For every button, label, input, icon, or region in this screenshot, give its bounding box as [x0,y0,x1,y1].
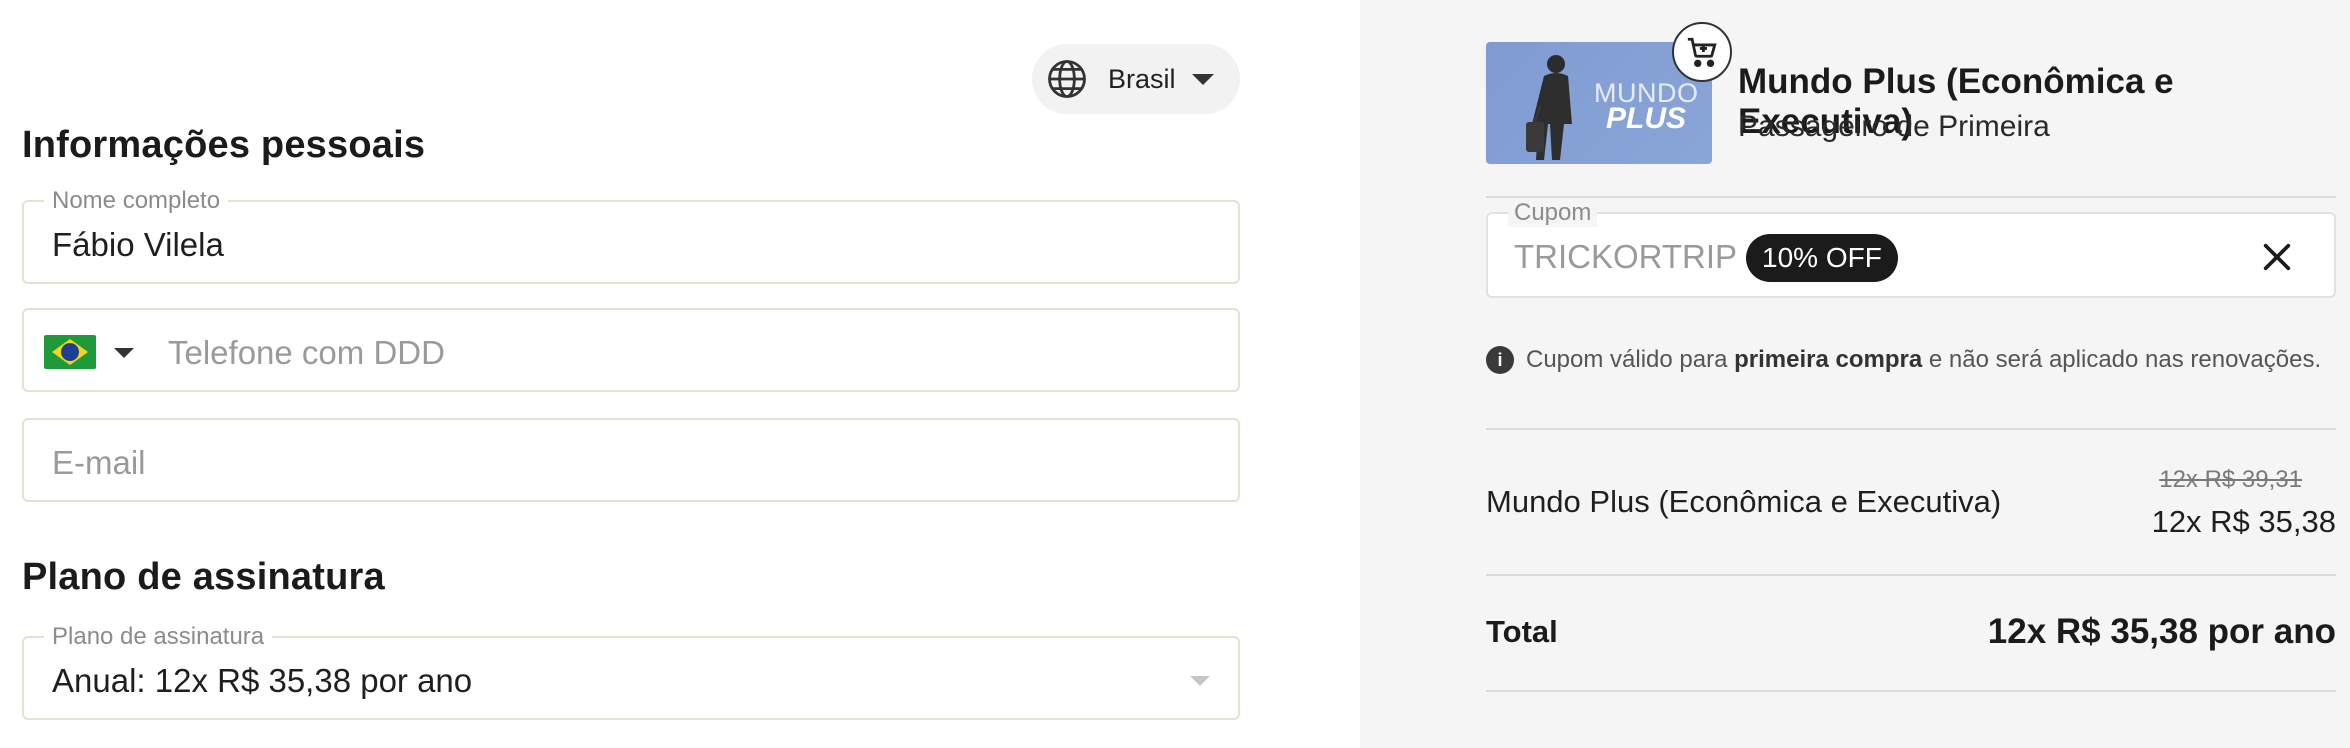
country-selector[interactable]: Brasil [1032,44,1240,114]
brazil-flag-icon[interactable] [44,335,96,369]
chevron-down-icon [1192,74,1214,85]
full-name-field[interactable]: Nome completo Fábio Vilela [22,187,1240,284]
product-image-text: PLUS [1606,102,1687,135]
globe-icon [1046,58,1088,100]
phone-placeholder: Telefone com DDD [168,334,445,371]
line-item-label: Mundo Plus (Econômica e Executiva) [1486,484,2002,519]
phone-field[interactable]: Telefone com DDD [22,308,1240,392]
info-icon: i [1486,346,1514,374]
coupon-code: TRICKORTRIP [1514,238,1738,275]
plan-value: Anual: 12x R$ 35,38 por ano [52,662,473,699]
country-label: Brasil [1108,63,1176,94]
personal-info-heading: Informações pessoais [22,124,426,166]
discounted-price: 12x R$ 35,38 [2151,504,2336,539]
total-value: 12x R$ 35,38 por ano [1987,612,2336,651]
divider [1486,690,2336,692]
full-name-value: Fábio Vilela [52,226,224,263]
divider [1486,574,2336,576]
plan-select[interactable]: Plano de assinatura Anual: 12x R$ 35,38 … [22,623,1240,720]
chevron-down-icon[interactable] [1190,676,1210,686]
email-field[interactable]: E-mail [22,418,1240,502]
discount-badge: 10% OFF [1746,234,1898,282]
chevron-down-icon[interactable] [114,348,134,358]
plan-legend: Plano de assinatura [44,623,273,651]
original-price: 12x R$ 39,31 [2159,466,2302,493]
coupon-legend: Cupom [1508,199,1598,227]
checkout-form-pane: Brasil Informações pessoais Nome complet… [0,0,1360,748]
email-placeholder: E-mail [52,444,146,481]
total-label: Total [1486,614,1558,649]
full-name-legend: Nome completo [44,187,229,215]
product-subtitle: Passageiro de Primeira [1738,110,2050,143]
cart-icon [1672,22,1732,82]
subscription-heading: Plano de assinatura [22,556,385,598]
line-item-prices: 12x R$ 39,31 12x R$ 35,38 [2060,0,2336,600]
order-summary-pane: MUNDO PLUS Mundo Plus (Econômica e Execu… [1360,0,2350,748]
